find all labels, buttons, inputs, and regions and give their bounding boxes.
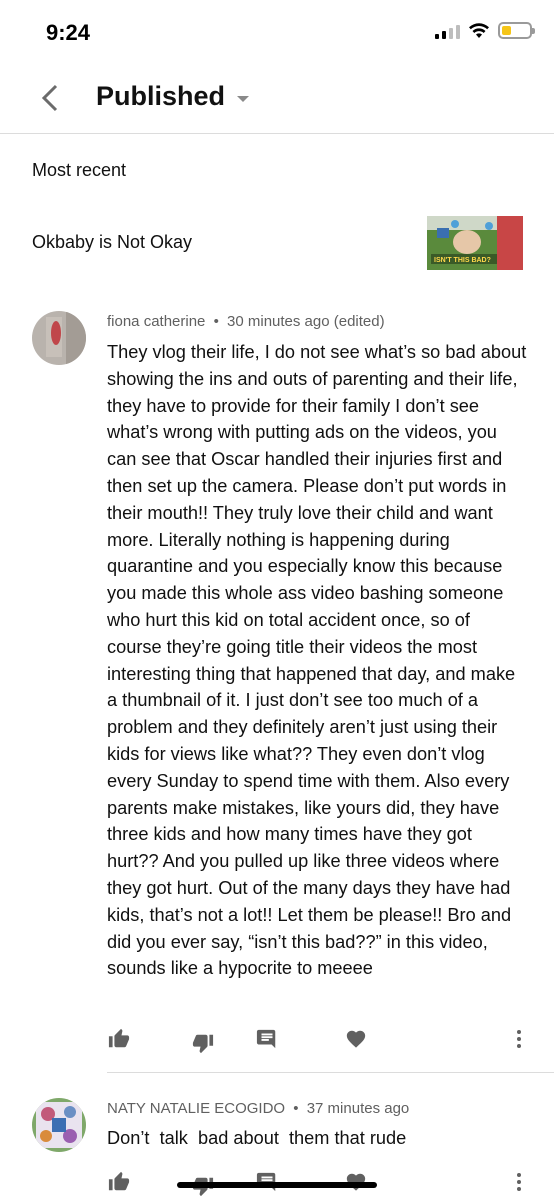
avatar[interactable] xyxy=(32,1098,86,1152)
comment-meta: NATY NATALIE ECOGIDO • 37 minutes ago xyxy=(107,1100,409,1117)
more-options-button[interactable] xyxy=(507,1027,531,1051)
cellular-signal-icon xyxy=(435,23,460,39)
status-time: 9:24 xyxy=(46,20,91,45)
meta-separator: • xyxy=(293,1100,299,1117)
comment-divider xyxy=(107,1072,554,1073)
meta-separator: • xyxy=(213,313,219,330)
thumbs-down-icon xyxy=(192,1034,214,1054)
comment-actions xyxy=(107,1027,527,1054)
thumbnail-text: ISN'T THIS BAD? xyxy=(434,257,491,264)
heart-icon xyxy=(346,1030,366,1048)
like-button[interactable] xyxy=(107,1027,131,1051)
back-chevron-icon xyxy=(41,84,58,112)
dislike-button[interactable] xyxy=(191,1031,215,1055)
home-indicator[interactable] xyxy=(177,1182,377,1188)
wifi-icon xyxy=(469,23,489,38)
comment-time: 37 minutes ago xyxy=(306,1100,410,1117)
like-button[interactable] xyxy=(107,1170,131,1194)
more-options-button[interactable] xyxy=(507,1170,531,1194)
battery-icon xyxy=(498,22,535,39)
comment-author[interactable]: NATY NATALIE ECOGIDO xyxy=(107,1100,285,1117)
dropdown-caret-icon xyxy=(237,95,250,102)
comment-text: Don’t talk bad about them that rude xyxy=(107,1128,407,1148)
thumbnail-image: ISN'T THIS BAD? xyxy=(427,216,523,270)
more-vert-icon xyxy=(517,1173,521,1191)
video-thumbnail[interactable]: ISN'T THIS BAD? xyxy=(427,216,523,270)
status-bar: 9:24 xyxy=(0,0,554,66)
filter-dropdown[interactable]: Published xyxy=(96,81,250,112)
video-title: Okbaby is Not Okay xyxy=(32,232,193,252)
avatar[interactable] xyxy=(32,311,86,365)
comment-author[interactable]: fiona catherine xyxy=(107,313,205,330)
reply-button[interactable] xyxy=(255,1027,279,1051)
heart-button[interactable] xyxy=(344,1027,368,1051)
thumbs-up-icon xyxy=(108,1171,130,1191)
comment-time: 30 minutes ago (edited) xyxy=(227,313,385,330)
more-vert-icon xyxy=(517,1030,521,1048)
back-button[interactable] xyxy=(30,78,70,118)
comment-text: They vlog their life, I do not see what’… xyxy=(107,342,527,979)
comment-meta: fiona catherine • 30 minutes ago (edited… xyxy=(107,313,385,330)
app-header: Published xyxy=(0,66,554,134)
thumbs-up-icon xyxy=(108,1028,130,1048)
reply-icon xyxy=(256,1029,276,1049)
page-title: Published xyxy=(96,81,226,111)
status-icons xyxy=(435,22,535,39)
sort-option[interactable]: Most recent xyxy=(32,160,126,181)
